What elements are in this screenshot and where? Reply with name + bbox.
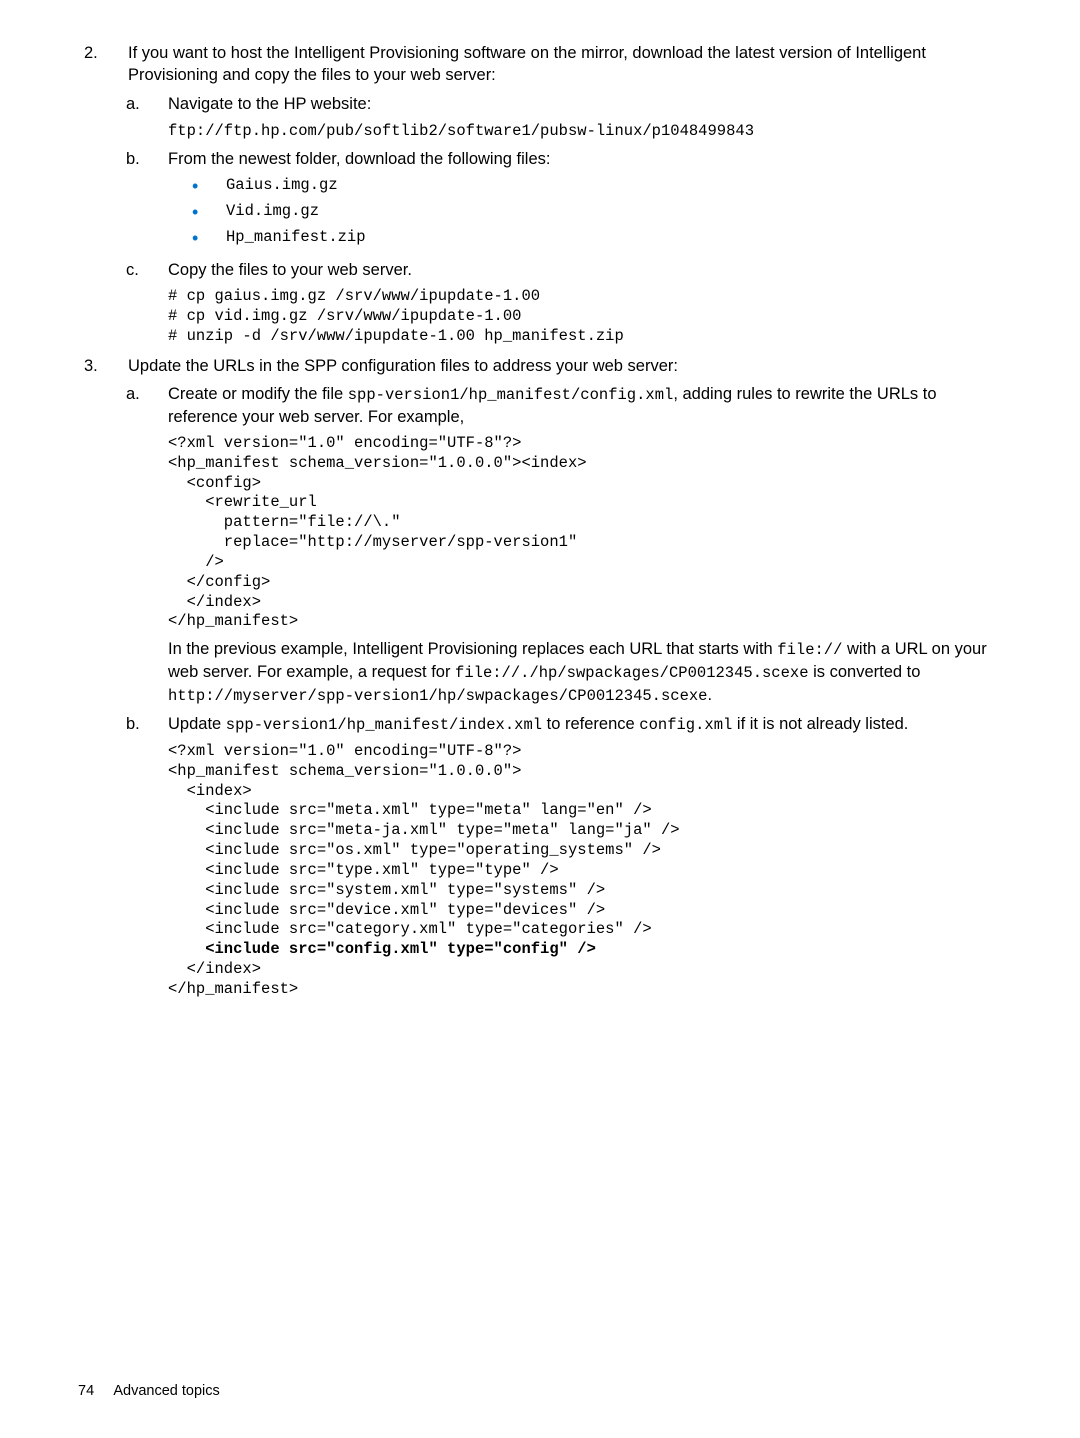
step-3b-text: Update spp-version1/hp_manifest/index.xm… bbox=[168, 713, 1002, 736]
bullet-icon: • bbox=[192, 175, 226, 196]
step-3a-inline-code: spp-version1/hp_manifest/config.xml bbox=[348, 386, 674, 404]
step-2b-text: From the newest folder, download the fol… bbox=[168, 148, 1002, 170]
step-2c-marker: c. bbox=[122, 259, 168, 353]
b-code1: spp-version1/hp_manifest/index.xml bbox=[226, 716, 542, 734]
step-2c-code: # cp gaius.img.gz /srv/www/ipupdate-1.00… bbox=[168, 287, 1002, 346]
file-bullet-3: • Hp_manifest.zip bbox=[192, 227, 1002, 248]
file-bullet-2: • Vid.img.gz bbox=[192, 201, 1002, 222]
cb-pre: <?xml version="1.0" encoding="UTF-8"?> <… bbox=[168, 742, 680, 938]
step-3b-marker: b. bbox=[122, 713, 168, 1006]
step-3a-marker: a. bbox=[122, 383, 168, 707]
step-2b-marker: b. bbox=[122, 148, 168, 253]
file-1: Gaius.img.gz bbox=[226, 175, 338, 196]
bullet-icon: • bbox=[192, 227, 226, 248]
cb-bold: <include src="config.xml" type="config" … bbox=[168, 940, 596, 958]
step-2a-url: ftp://ftp.hp.com/pub/softlib2/software1/… bbox=[168, 121, 1002, 142]
step-3b-codeblock: <?xml version="1.0" encoding="UTF-8"?> <… bbox=[168, 742, 1002, 1000]
b-mid: to reference bbox=[542, 715, 639, 733]
step-2: 2. If you want to host the Intelligent P… bbox=[78, 42, 1002, 87]
cb-post: </index> </hp_manifest> bbox=[168, 960, 298, 998]
step-3a-codeblock: <?xml version="1.0" encoding="UTF-8"?> <… bbox=[168, 434, 1002, 632]
step-3: 3. Update the URLs in the SPP configurat… bbox=[78, 355, 1002, 377]
step-3-text: Update the URLs in the SPP configuration… bbox=[128, 355, 1002, 377]
step-2-marker: 2. bbox=[78, 42, 128, 87]
step-2c-text: Copy the files to your web server. bbox=[168, 259, 1002, 281]
b-pre: Update bbox=[168, 715, 226, 733]
step-3a-explain: In the previous example, Intelligent Pro… bbox=[168, 638, 1002, 707]
t2: file:// bbox=[777, 641, 842, 659]
step-2a-text: Navigate to the HP website: bbox=[168, 93, 1002, 115]
step-2a-marker: a. bbox=[122, 93, 168, 142]
file-2: Vid.img.gz bbox=[226, 201, 319, 222]
b-post: if it is not already listed. bbox=[732, 715, 908, 733]
step-2b: b. From the newest folder, download the … bbox=[122, 148, 1002, 253]
step-2-text: If you want to host the Intelligent Prov… bbox=[128, 42, 1002, 87]
b-code2: config.xml bbox=[639, 716, 732, 734]
step-3a-text: Create or modify the file spp-version1/h… bbox=[168, 383, 1002, 428]
step-3a-pre: Create or modify the file bbox=[168, 385, 348, 403]
t5: is converted to bbox=[809, 663, 921, 681]
t7: . bbox=[708, 686, 713, 704]
step-3a: a. Create or modify the file spp-version… bbox=[122, 383, 1002, 707]
t4: file://./hp/swpackages/CP0012345.scexe bbox=[455, 664, 808, 682]
file-bullet-1: • Gaius.img.gz bbox=[192, 175, 1002, 196]
file-3: Hp_manifest.zip bbox=[226, 227, 366, 248]
footer-title: Advanced topics bbox=[113, 1383, 219, 1399]
page-footer: 74 Advanced topics bbox=[78, 1382, 220, 1402]
step-3-marker: 3. bbox=[78, 355, 128, 377]
step-3b: b. Update spp-version1/hp_manifest/index… bbox=[122, 713, 1002, 1006]
step-2c: c. Copy the files to your web server. # … bbox=[122, 259, 1002, 353]
t1: In the previous example, Intelligent Pro… bbox=[168, 640, 777, 658]
t6: http://myserver/spp-version1/hp/swpackag… bbox=[168, 687, 708, 705]
bullet-icon: • bbox=[192, 201, 226, 222]
step-2a: a. Navigate to the HP website: ftp://ftp… bbox=[122, 93, 1002, 142]
page-number: 74 bbox=[78, 1383, 94, 1399]
